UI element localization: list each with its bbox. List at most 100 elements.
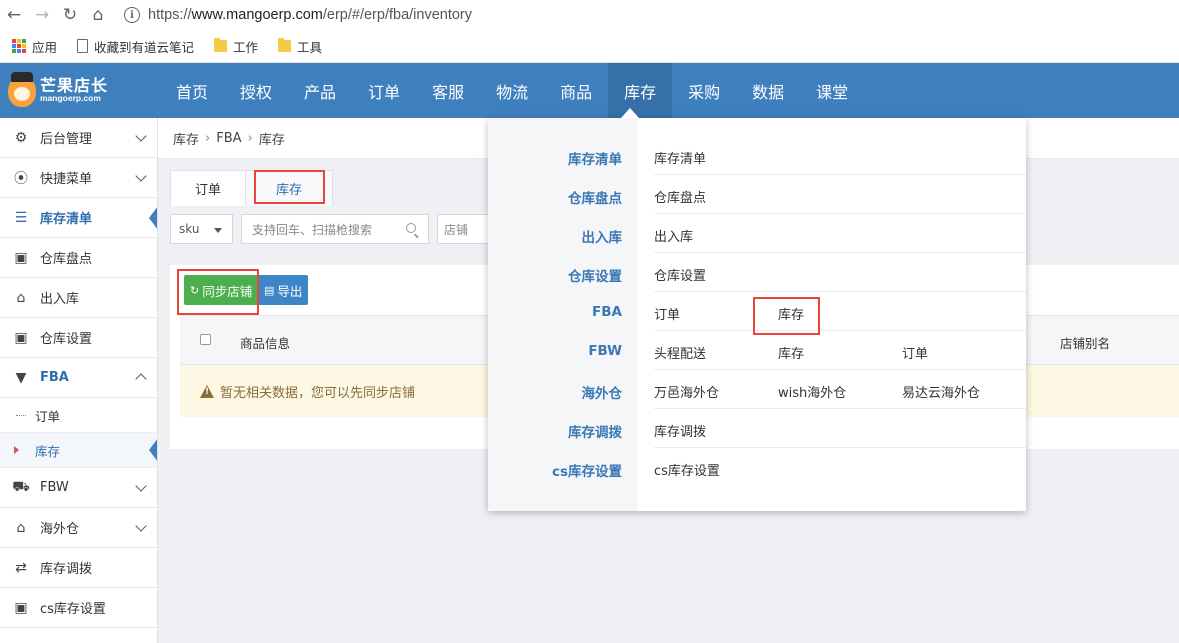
menu-link[interactable]: 订单	[902, 343, 928, 362]
bookmark-tools[interactable]: 工具	[278, 37, 322, 56]
sidebar-item-admin[interactable]: ⚙ 后台管理	[0, 118, 157, 158]
bookmarks-bar: 应用 收藏到有道云笔记 工作 工具	[0, 30, 1179, 63]
sidebar-item-shortcuts[interactable]: ⦿ 快捷菜单	[0, 158, 157, 198]
sidebar-item-cs-settings[interactable]: ▣ cs库存设置	[0, 588, 157, 628]
menu-row-fba: FBA 订单 库存	[488, 292, 1026, 331]
folder-icon	[214, 38, 228, 52]
chevron-down-icon	[135, 130, 147, 142]
forward-arrow-icon[interactable]: →	[28, 0, 56, 30]
menu-row-transfer: 库存调拨 库存调拨	[488, 409, 1026, 448]
sync-shop-button[interactable]: ↻ 同步店铺	[184, 275, 259, 305]
nav-logistics[interactable]: 物流	[480, 63, 544, 118]
menu-link[interactable]: 易达云海外仓	[902, 382, 980, 401]
nav-service[interactable]: 客服	[416, 63, 480, 118]
nav-products[interactable]: 产品	[288, 63, 352, 118]
sidebar-item-overseas[interactable]: ⌂ 海外仓	[0, 508, 157, 548]
caret-down-icon	[214, 228, 222, 233]
menu-category[interactable]: FBW	[488, 343, 622, 359]
select-all-checkbox[interactable]	[200, 334, 211, 345]
sidebar-item-fbw[interactable]: ⛟ FBW	[0, 468, 157, 508]
house-icon: ⌂	[16, 519, 26, 536]
menu-row-in-out: 出入库 出入库	[488, 214, 1026, 253]
nav-goods[interactable]: 商品	[544, 63, 608, 118]
sidebar-item-inventory-list[interactable]: ☰ 库存清单	[0, 198, 157, 238]
breadcrumb-item[interactable]: FBA	[216, 131, 241, 146]
search-icon[interactable]	[406, 223, 416, 233]
column-header-product-info: 商品信息	[240, 336, 291, 351]
breadcrumb-item[interactable]: 库存	[173, 129, 199, 148]
mango-logo-icon	[8, 71, 36, 107]
menu-category[interactable]: FBA	[488, 304, 622, 320]
logo[interactable]: 芒果店长 mangoerp.com	[0, 63, 160, 118]
menu-link-fba-orders[interactable]: 订单	[654, 304, 680, 323]
menu-link[interactable]: 库存	[778, 343, 804, 362]
menu-link[interactable]: 仓库设置	[654, 265, 706, 284]
menu-category[interactable]: 仓库盘点	[488, 187, 622, 207]
menu-link[interactable]: 库存调拨	[654, 421, 706, 440]
chevron-up-icon	[135, 373, 147, 385]
chevron-down-icon	[135, 480, 147, 492]
menu-category[interactable]: 库存调拨	[488, 421, 622, 441]
menu-row-inventory-list: 库存清单 库存清单	[488, 136, 1026, 175]
sidebar-item-transfer[interactable]: ⇄ 库存调拨	[0, 548, 157, 588]
menu-category[interactable]: 库存清单	[488, 148, 622, 168]
sidebar-subitem-fba-orders[interactable]: 订单	[0, 398, 157, 433]
search-field-select[interactable]: sku	[170, 214, 233, 244]
list-icon: ☰	[14, 209, 28, 226]
address-input[interactable]: https://www.mangoerp.com/erp/#/erp/fba/i…	[148, 7, 472, 23]
menu-category[interactable]: 海外仓	[488, 382, 623, 402]
export-button[interactable]: ▤ 导出	[258, 275, 309, 305]
menu-link[interactable]: 头程配送	[654, 343, 706, 362]
menu-category[interactable]: 仓库设置	[488, 265, 622, 285]
logo-subtitle: mangoerp.com	[40, 93, 101, 104]
cs-box-icon: ▣	[14, 599, 28, 616]
sidebar-item-fba[interactable]: ▼ FBA	[0, 358, 157, 398]
export-file-icon: ▤	[264, 283, 275, 297]
folder-icon	[278, 38, 292, 52]
menu-link[interactable]: cs库存设置	[654, 460, 720, 479]
sidebar-item-stocktake[interactable]: ▣ 仓库盘点	[0, 238, 157, 278]
filter-bar: sku 支持回车、扫描枪搜索 店铺	[170, 214, 497, 244]
nav-auth[interactable]: 授权	[224, 63, 288, 118]
menu-category[interactable]: 出入库	[488, 226, 623, 246]
nav-inventory[interactable]: 库存	[608, 63, 673, 118]
menu-link[interactable]: 万邑海外仓	[654, 382, 719, 401]
back-arrow-icon[interactable]: ←	[0, 0, 28, 30]
menu-category[interactable]: cs库存设置	[488, 460, 622, 480]
compass-icon: ⦿	[14, 170, 28, 187]
home-icon[interactable]: ⌂	[84, 0, 112, 30]
page-icon	[77, 39, 89, 53]
sidebar-item-in-out[interactable]: ⌂ 出入库	[0, 278, 157, 318]
bookmark-apps[interactable]: 应用	[12, 37, 57, 56]
nav-data[interactable]: 数据	[736, 63, 800, 118]
tab-orders[interactable]: 订单	[170, 170, 247, 206]
sidebar-subitem-fba-inventory[interactable]: 库存	[0, 433, 157, 468]
gear-icon: ⚙	[14, 129, 28, 146]
menu-row-warehouse-settings: 仓库设置 仓库设置	[488, 253, 1026, 292]
menu-link[interactable]: 仓库盘点	[654, 187, 706, 206]
top-navigation: 芒果店长 mangoerp.com 首页 授权 产品 订单 客服 物流 商品 库…	[0, 63, 1179, 118]
menu-link[interactable]: 出入库	[654, 226, 693, 245]
tab-bar: 订单 库存	[170, 170, 334, 206]
menu-link[interactable]: 库存清单	[654, 148, 706, 167]
search-input[interactable]: 支持回车、扫描枪搜索	[241, 214, 429, 244]
nav-orders[interactable]: 订单	[352, 63, 416, 118]
menu-row-stocktake: 仓库盘点 仓库盘点	[488, 175, 1026, 214]
menu-link-fba-inventory[interactable]: 库存	[778, 304, 804, 323]
site-info-icon[interactable]: i	[124, 7, 140, 23]
nav-purchase[interactable]: 采购	[672, 63, 736, 118]
menu-row-cs-settings: cs库存设置 cs库存设置	[488, 448, 1026, 487]
chevron-down-icon	[135, 170, 147, 182]
sidebar-item-warehouse-settings[interactable]: ▣ 仓库设置	[0, 318, 157, 358]
tab-inventory[interactable]: 库存	[245, 170, 334, 206]
truck-icon: ⛟	[12, 478, 30, 495]
reload-icon[interactable]: ↻	[56, 0, 84, 30]
fba-icon: ▼	[15, 369, 27, 386]
menu-link[interactable]: wish海外仓	[778, 382, 846, 401]
nav-home[interactable]: 首页	[160, 63, 224, 118]
refresh-icon: ↻	[190, 283, 200, 297]
bookmark-youdao[interactable]: 收藏到有道云笔记	[77, 37, 194, 56]
nav-classroom[interactable]: 课堂	[800, 63, 864, 118]
bookmark-work[interactable]: 工作	[214, 37, 258, 56]
breadcrumb-item: 库存	[258, 132, 285, 148]
